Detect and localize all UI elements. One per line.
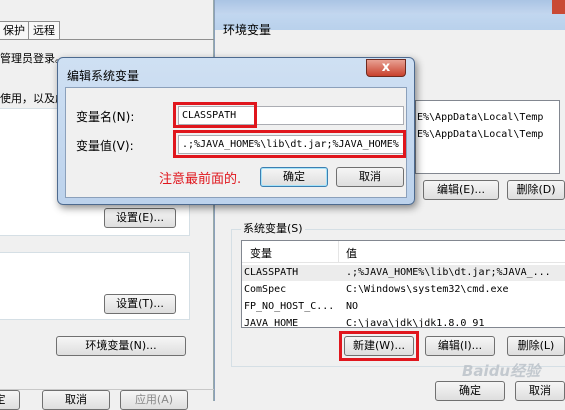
tab-border [0, 39, 214, 40]
dialog-ok-button[interactable]: 确定 [260, 167, 328, 187]
user-edit-button[interactable]: 编辑(E)... [423, 180, 499, 200]
edit-system-variable-dialog: 编辑系统变量 x 变量名(N): CLASSPATH 变量值(V): .;%JA… [57, 57, 415, 205]
tab-protection[interactable]: 保护 [0, 21, 30, 39]
user-variable-row[interactable]: E%\AppData\Local\Temp [416, 127, 559, 143]
list-header: 变量 值 [242, 241, 565, 263]
variable-value: NO [346, 301, 359, 312]
column-variable-header[interactable]: 变量 [250, 245, 272, 261]
dialog-title: 编辑系统变量 [67, 69, 140, 83]
system-variable-row[interactable]: ComSpec C:\Windows\system32\cmd.exe [242, 282, 565, 298]
baidu-watermark: Baidu经验 [462, 362, 541, 380]
system-edit-button[interactable]: 编辑(I)... [425, 336, 495, 356]
variable-name: ComSpec [244, 284, 287, 295]
close-button[interactable]: x [366, 59, 406, 77]
user-delete-button[interactable]: 删除(D) [507, 180, 565, 200]
user-variables-list[interactable]: E%\AppData\Local\Temp E%\AppData\Local\T… [415, 100, 560, 174]
user-variable-value: E%\AppData\Local\Temp [417, 129, 544, 140]
hint-note: 注意最前面的. [159, 172, 242, 187]
variable-value: C:\java\jdk\jdk1.8.0_91 [346, 318, 485, 328]
new-button-highlight [339, 331, 419, 361]
cancel-button[interactable]: 取消 [42, 390, 110, 410]
variable-name: CLASSPATH [244, 267, 299, 278]
value-field-highlight [173, 130, 406, 158]
system-delete-button[interactable]: 删除(L) [507, 336, 565, 356]
window-top-frame [215, 0, 565, 14]
system-variable-row[interactable]: CLASSPATH .;%JAVA_HOME%\lib\dt.jar;%JAVA… [242, 265, 565, 281]
close-icon: x [381, 60, 391, 75]
environment-variables-button[interactable]: 环境变量(N)... [56, 336, 186, 356]
dialog-client-area: 变量名(N): CLASSPATH 变量值(V): .;%JAVA_HOME%\… [65, 87, 407, 198]
variable-value: C:\Windows\system32\cmd.exe [346, 284, 509, 295]
variable-name-label: 变量名(N): [76, 110, 135, 124]
column-value-header[interactable]: 值 [346, 245, 357, 261]
performance-settings-button[interactable]: 设置(E)... [104, 208, 176, 228]
user-variable-value: E%\AppData\Local\Temp [417, 112, 544, 123]
apply-button[interactable]: 应用(A) [120, 390, 188, 410]
column-divider[interactable] [338, 241, 339, 263]
name-field-highlight [173, 102, 257, 128]
variable-value: .;%JAVA_HOME%\lib\dt.jar;%JAVA_... [346, 267, 551, 278]
variable-value-label: 变量值(V): [76, 139, 134, 153]
variable-name: JAVA_HOME [244, 318, 299, 328]
env-cancel-button[interactable]: 取消 [515, 381, 565, 401]
user-variable-row[interactable]: E%\AppData\Local\Temp [416, 110, 559, 126]
close-button-edge[interactable] [552, 0, 565, 14]
env-ok-button[interactable]: 确定 [435, 381, 505, 401]
ok-button[interactable]: 定 [0, 390, 20, 410]
system-variables-list[interactable]: 变量 值 CLASSPATH .;%JAVA_HOME%\lib\dt.jar;… [241, 240, 565, 328]
variable-name: FP_NO_HOST_C... [244, 301, 335, 312]
window-title: 环境变量 [223, 23, 272, 37]
system-variables-label: 系统变量(S) [241, 220, 305, 236]
tab-remote[interactable]: 远程 [28, 21, 60, 39]
system-variable-row[interactable]: FP_NO_HOST_C... NO [242, 299, 565, 315]
dialog-cancel-button[interactable]: 取消 [336, 167, 404, 187]
system-variable-row[interactable]: JAVA_HOME C:\java\jdk\jdk1.8.0_91 [242, 316, 565, 328]
startup-settings-button[interactable]: 设置(T)... [104, 294, 176, 314]
